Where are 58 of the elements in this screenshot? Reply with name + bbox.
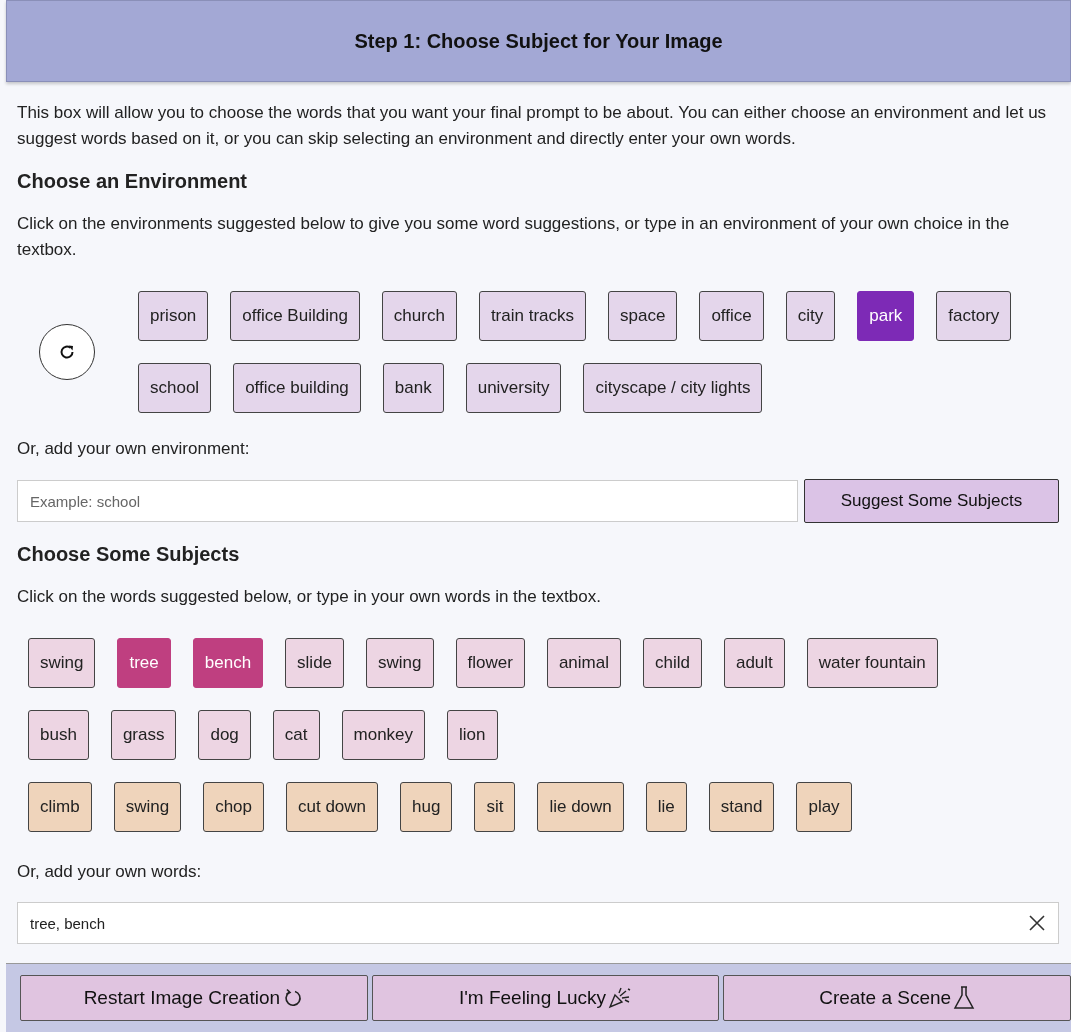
instruction-text: Click on the words suggested below, or type in your own words in the textbox.: [17, 586, 602, 608]
word-chip[interactable]: tree: [117, 638, 171, 688]
step-title: Step 1: Choose Subject for Your Image: [354, 29, 723, 53]
suggest-button[interactable]: Suggest Some Subjects: [804, 479, 1059, 523]
word-chip[interactable]: slide: [285, 638, 345, 688]
word-chip[interactable]: lion: [447, 710, 498, 760]
word-chip[interactable]: bench: [192, 638, 264, 688]
word-chip[interactable]: swing: [113, 782, 182, 832]
environment-chip[interactable]: factory: [936, 291, 1012, 341]
instruction-text: Click on the environments suggested below to give you some word suggestions, or type in an environment of your own choice in the textbox.: [17, 213, 1011, 261]
footer-button[interactable]: Create a Scene: [723, 975, 1071, 1021]
section-heading: Choose Some Subjects: [17, 543, 241, 566]
environment-chip[interactable]: park: [857, 291, 915, 341]
words-input[interactable]: tree, bench: [17, 902, 1059, 944]
flask-icon: [953, 986, 976, 1010]
environment-chip[interactable]: city: [785, 291, 836, 341]
word-chip[interactable]: cut down: [286, 782, 379, 832]
word-chip[interactable]: dog: [198, 710, 251, 760]
field-label: Or, add your own words:: [17, 862, 203, 882]
word-chip[interactable]: swing: [366, 638, 434, 688]
word-chip[interactable]: lie down: [537, 782, 624, 832]
footer-button[interactable]: I'm Feeling Lucky: [371, 975, 720, 1021]
party-popper-icon: [608, 987, 633, 1009]
environment-chip[interactable]: train tracks: [478, 291, 587, 341]
word-chip[interactable]: child: [643, 638, 702, 688]
word-chip[interactable]: sit: [474, 782, 516, 832]
environment-chip[interactable]: cityscape / city lights: [583, 363, 763, 413]
word-chip[interactable]: chop: [203, 782, 264, 832]
word-chip[interactable]: cat: [272, 710, 320, 760]
environment-chip[interactable]: church: [381, 291, 457, 341]
environment-chip[interactable]: office Building: [230, 291, 360, 341]
word-chip[interactable]: play: [796, 782, 852, 832]
refresh-button[interactable]: [39, 324, 95, 380]
word-chip[interactable]: lie: [645, 782, 687, 832]
environment-chip[interactable]: school: [138, 363, 212, 413]
environment-chip[interactable]: bank: [382, 363, 444, 413]
word-chip[interactable]: climb: [28, 782, 92, 832]
environment-chip[interactable]: office building: [233, 363, 361, 413]
field-label: Or, add your own environment:: [17, 439, 251, 459]
environment-chip[interactable]: office: [699, 291, 764, 341]
word-chip[interactable]: grass: [110, 710, 177, 760]
word-chip[interactable]: hug: [400, 782, 453, 832]
word-chip[interactable]: animal: [546, 638, 621, 688]
word-chip[interactable]: water fountain: [806, 638, 938, 688]
environment-input[interactable]: Example: school: [17, 480, 798, 522]
word-chip[interactable]: bush: [28, 710, 89, 760]
footer-button[interactable]: Restart Image Creation: [20, 975, 368, 1021]
environment-chip[interactable]: university: [465, 363, 562, 413]
word-chip[interactable]: flower: [455, 638, 525, 688]
word-chip[interactable]: stand: [708, 782, 775, 832]
section-heading: Choose an Environment: [17, 170, 249, 193]
close-icon[interactable]: [1029, 915, 1045, 931]
intro-text: This box will allow you to choose the words that you want your final prompt to be about. You can either choose an environment and let us suggest words based on it, or you can skip selecting an environment and directly enter your own words.: [17, 102, 1048, 150]
environment-chip[interactable]: space: [608, 291, 678, 341]
word-chip[interactable]: swing: [28, 638, 96, 688]
environment-chip[interactable]: prison: [138, 291, 209, 341]
word-chip[interactable]: monkey: [341, 710, 426, 760]
word-chip[interactable]: adult: [723, 638, 785, 688]
